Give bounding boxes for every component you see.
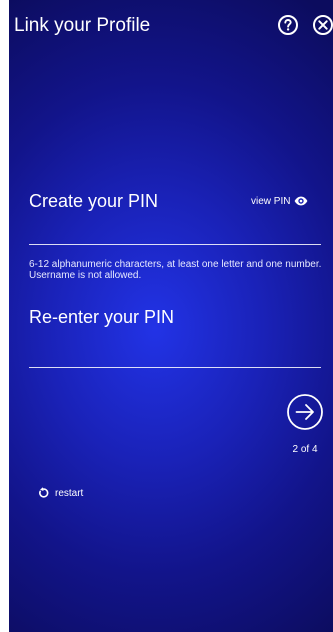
- restart-label: restart: [55, 487, 84, 499]
- reenter-pin-label: Re-enter your PIN: [29, 307, 175, 327]
- page-title: Link your Profile: [14, 15, 151, 36]
- link-profile-screen: Link your Profile Create your PIN view P…: [9, 0, 333, 632]
- create-pin-input[interactable]: [29, 220, 321, 245]
- view-pin-toggle[interactable]: view PIN: [251, 193, 308, 209]
- view-pin-label: view PIN: [251, 195, 291, 207]
- pin-requirements-hint: 6-12 alphanumeric characters, at least o…: [29, 259, 322, 281]
- close-circle-icon: [313, 15, 333, 35]
- next-button[interactable]: [286, 393, 324, 431]
- arrow-right-circle-icon: [287, 394, 323, 430]
- help-circle-icon: [278, 15, 298, 35]
- eye-icon: [295, 196, 308, 206]
- create-pin-label: Create your PIN: [29, 191, 159, 211]
- close-button[interactable]: [312, 14, 333, 36]
- step-indicator: 2 of 4: [292, 444, 318, 455]
- restart-button[interactable]: restart: [37, 487, 83, 499]
- help-button[interactable]: [277, 14, 299, 36]
- reenter-pin-input[interactable]: [29, 343, 321, 368]
- restart-icon: [39, 487, 49, 498]
